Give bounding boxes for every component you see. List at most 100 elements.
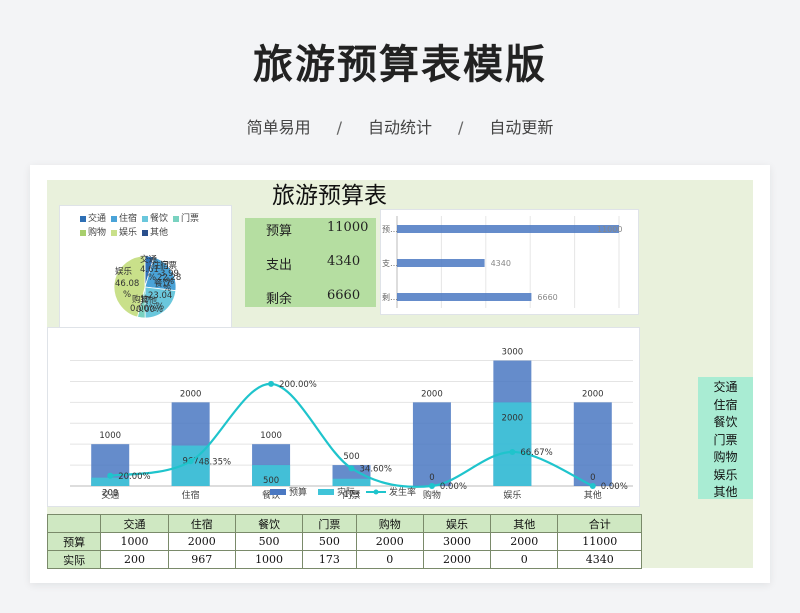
x-tick-label: 住宿 xyxy=(182,489,200,501)
legend-label: 实际 xyxy=(337,486,355,498)
budget-value-label: 2000 xyxy=(421,389,443,399)
table-cell[interactable]: 餐饮 xyxy=(234,514,304,533)
table-cell[interactable]: 2000 xyxy=(355,532,424,551)
category-item: 门票 xyxy=(713,432,738,447)
category-item: 交通 xyxy=(713,380,738,394)
budget-value-label: 3000 xyxy=(502,348,524,358)
table-cell[interactable]: 2000 xyxy=(490,532,559,551)
pie-data-label: % xyxy=(148,273,156,283)
category-item: 其他 xyxy=(713,485,738,499)
hbar-bar xyxy=(397,293,532,301)
rate-point xyxy=(589,483,596,489)
summary-row-remaining: 剩余 6660 xyxy=(266,288,361,307)
hbar-category-label: 预… xyxy=(382,224,398,234)
pie-data-label: 0.00% xyxy=(136,305,163,315)
actual-value-label: 500 xyxy=(263,476,279,486)
hbar-value-label: 11000 xyxy=(597,225,622,234)
pie-data-label: 交通 xyxy=(140,254,158,265)
table-cell[interactable]: 门票 xyxy=(302,514,357,533)
rate-point xyxy=(509,448,516,455)
x-tick-label: 交通 xyxy=(101,489,119,501)
category-item: 住宿 xyxy=(713,397,738,412)
budget-value-label: 2000 xyxy=(180,389,202,399)
rate-point xyxy=(348,465,355,472)
rate-point xyxy=(107,472,114,479)
table-cell[interactable]: 4340 xyxy=(557,550,642,569)
budget-value-label: 2000 xyxy=(582,389,604,399)
hbar-bar xyxy=(397,259,485,267)
table-header-row: 交通 住宿 餐饮 门票 购物 娱乐 其他 合计 xyxy=(46,514,642,533)
table-row: 实际 200 967 1000 173 0 2000 0 4340 xyxy=(46,550,642,569)
legend-label: 发生率 xyxy=(389,486,416,498)
legend-swatch xyxy=(318,489,334,495)
page-title: 旅游预算表模版 xyxy=(253,42,547,88)
table-cell[interactable]: 500 xyxy=(302,532,357,551)
table-cell[interactable]: 967 xyxy=(167,550,236,569)
table-cell[interactable]: 2000 xyxy=(422,550,492,569)
budget-value-label: 1000 xyxy=(260,431,282,441)
pie-data-label: 46.08 xyxy=(115,279,139,289)
pie-data-label: % xyxy=(166,277,174,287)
rate-value-label: 48.35% xyxy=(199,457,231,467)
summary-bar-chart-panel[interactable]: 预… 11000 支… 4340 剩… 6660 xyxy=(380,209,639,315)
table-cell[interactable]: 0 xyxy=(490,550,559,569)
table-cell[interactable]: 200 xyxy=(100,550,169,569)
rate-value-label: 20.00% xyxy=(118,472,150,482)
table-cell[interactable]: 其他 xyxy=(490,514,559,533)
rate-value-label: 34.60% xyxy=(360,464,392,474)
actual-value-label: 2000 xyxy=(502,413,524,423)
legend-swatch xyxy=(373,489,379,495)
feature-tagline: 简单易用 / 自动统计 / 自动更新 xyxy=(0,114,800,138)
x-tick-label: 其他 xyxy=(584,489,602,501)
table-cell[interactable]: 1000 xyxy=(100,532,169,551)
rate-point xyxy=(268,380,275,387)
table-cell[interactable]: 实际 xyxy=(46,550,102,569)
feature-auto-update: 自动更新 xyxy=(489,118,554,137)
legend-swatch xyxy=(270,489,286,495)
table-cell[interactable]: 娱乐 xyxy=(422,514,492,533)
budget-value-label: 500 xyxy=(343,452,359,462)
budget-vs-actual-chart: 1000200交通2000967住宿1000500餐饮500173门票20000… xyxy=(70,348,633,501)
rate-value-label: 0.00% xyxy=(440,482,467,492)
pie-chart-panel[interactable]: 交通 住宿 餐饮 门票 购物 娱乐 其他 娱乐 46.08 % 住宿 22.28 % 餐饮… xyxy=(59,205,232,328)
summary-row-budget: 预算 11000 xyxy=(266,220,369,239)
legend-label: 预算 xyxy=(289,486,307,498)
budget-table: 交通 住宿 餐饮 门票 购物 娱乐 其他 合计 预算 1000 2000 500… xyxy=(46,514,642,569)
pie-data-label: 娱乐 xyxy=(115,266,133,277)
actual-value-label: 0 xyxy=(590,473,595,483)
table-cell[interactable]: 2000 xyxy=(167,532,236,551)
x-tick-label: 娱乐 xyxy=(503,489,521,501)
rate-value-label: 200.00% xyxy=(279,380,317,390)
feature-easy: 简单易用 xyxy=(246,118,311,137)
actual-value-label: 0 xyxy=(429,473,434,483)
budget-vs-actual-chart-panel[interactable]: 1000200交通2000967住宿1000500餐饮500173门票20000… xyxy=(47,327,640,507)
table-cell[interactable]: 购物 xyxy=(355,514,424,533)
table-cell[interactable]: 交通 xyxy=(100,514,169,533)
table-cell[interactable]: 500 xyxy=(234,532,304,551)
rate-point xyxy=(428,483,435,489)
summary-row-spent: 支出 4340 xyxy=(266,254,361,273)
table-cell[interactable]: 住宿 xyxy=(167,514,236,533)
table-cell[interactable]: 11000 xyxy=(557,532,642,551)
hbar-category-label: 剩… xyxy=(382,292,398,302)
category-list: 交通 住宿 餐饮 门票 购物 娱乐 其他 xyxy=(698,377,753,499)
category-item: 餐饮 xyxy=(713,415,738,429)
table-cell[interactable] xyxy=(46,514,102,533)
hbar-value-label: 4340 xyxy=(491,259,511,268)
x-tick-label: 购物 xyxy=(423,489,441,501)
table-cell[interactable]: 173 xyxy=(302,550,357,569)
sheet-title: 旅游预算表 xyxy=(272,183,387,209)
hbar-category-label: 支… xyxy=(382,258,398,268)
pie-chart: 娱乐 46.08 % 住宿 22.28 % 餐饮 23.04 % 交通 4.61… xyxy=(113,254,181,319)
table-cell[interactable]: 3000 xyxy=(422,532,492,551)
table-cell[interactable]: 0 xyxy=(355,550,424,569)
hbar-value-label: 6660 xyxy=(537,293,557,302)
pie-data-label: % xyxy=(123,290,131,300)
separator: / xyxy=(336,118,342,137)
table-cell[interactable]: 1000 xyxy=(234,550,304,569)
summary-bar-chart: 预… 11000 支… 4340 剩… 6660 xyxy=(382,216,622,308)
table-cell[interactable]: 合计 xyxy=(557,514,642,533)
budget-value-label: 1000 xyxy=(99,431,121,441)
table-cell[interactable]: 预算 xyxy=(46,532,102,551)
table-row: 预算 1000 2000 500 500 2000 3000 2000 1100… xyxy=(46,532,642,551)
